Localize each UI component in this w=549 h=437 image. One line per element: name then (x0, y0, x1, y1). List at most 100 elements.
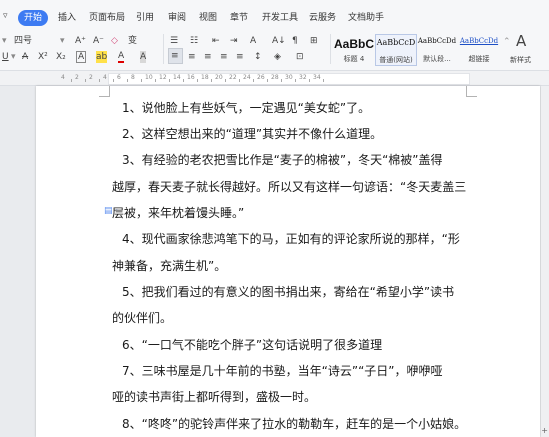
style-default-paragraph[interactable]: AaBbCcDd 默认段... (417, 34, 457, 64)
doc-paragraph-3[interactable]: 3、有经验的老农把雪比作是“麦子的棉被”，冬天“棉被”盖得 (122, 147, 482, 173)
doc-paragraph-6[interactable]: 6、“一口气不能吃个胖子”这句话说明了很多道理 (122, 332, 482, 358)
ruler-tick-label: 28 (271, 74, 279, 81)
ruler-tick-mark (211, 79, 212, 82)
ruler-tick-mark (127, 79, 128, 82)
insert-table-icon[interactable]: ⊞ (310, 35, 318, 47)
toolbar-separator (163, 34, 164, 64)
bullets-button[interactable]: ☰ (170, 35, 178, 47)
shrink-font-button[interactable]: A⁻ (93, 35, 104, 47)
tab-review[interactable]: 审阅 (168, 11, 186, 25)
style-sample: AaBbC (334, 37, 375, 51)
ruler-tick-mark (99, 79, 100, 82)
ruler-tick-label: 20 (215, 74, 223, 81)
tab-references[interactable]: 引用 (136, 11, 154, 25)
ruler-tick-mark (169, 79, 170, 82)
horizontal-ruler[interactable]: 4 2 2 4 6 8 10 12 14 16 18 20 22 24 26 28 30 32 34 (0, 71, 549, 86)
ruler-tick-label: 4 (103, 74, 107, 81)
tab-insert[interactable]: 插入 (58, 11, 76, 25)
font-color-button[interactable]: A (118, 51, 125, 63)
tab-developer[interactable]: 开发工具 (262, 11, 298, 25)
doc-paragraph-3-line-2[interactable]: 越厚，春天麦子就长得越好。所以又有这样一句谚语：“冬天麦盖三 (112, 174, 472, 200)
quick-menu-arrow-icon[interactable]: ▿ (3, 11, 8, 21)
ruler-tick-mark (113, 79, 114, 82)
doc-paragraph-1[interactable]: 1、说他脸上有些妖气，一定遇见“美女蛇”了。 (122, 95, 482, 121)
strikethrough-button[interactable]: A (22, 51, 28, 63)
line-spacing-button[interactable]: ↕ (254, 51, 262, 63)
tab-cloud-service[interactable]: 云服务 (309, 11, 336, 25)
ruler-tick-mark (71, 79, 72, 82)
tab-view[interactable]: 视图 (199, 11, 217, 25)
home-toolbar: ▾ 四号 ▾ A⁺ A⁻ ◇ 变 U ▾ A X² X₂ A ab A A ☰ … (0, 30, 549, 71)
ruler-tick-label: 14 (173, 74, 181, 81)
char-shading-button[interactable]: A (140, 51, 147, 63)
distribute-button[interactable]: ≡ (236, 51, 244, 63)
increase-indent-button[interactable]: ⇥ (230, 35, 238, 47)
style-name: 普通(网站) (379, 56, 413, 64)
ruler-tick-label: 30 (285, 74, 293, 81)
align-left-button[interactable]: ≡ (168, 48, 183, 64)
grow-font-button[interactable]: A⁺ (75, 35, 86, 47)
align-center-button[interactable]: ≡ (188, 51, 196, 63)
doc-paragraph-3-line-3[interactable]: 层被，来年枕着馒头睡。” (112, 200, 472, 226)
ruler-tick-label: 6 (117, 74, 121, 81)
borders-button[interactable]: ⊡ (296, 51, 304, 63)
tab-doc-assistant[interactable]: 文档助手 (348, 11, 384, 25)
numbering-button[interactable]: ☷ (190, 35, 198, 47)
style-sample: AaBbCcD (376, 38, 416, 47)
new-style-label[interactable]: 新样式 (510, 54, 531, 66)
ruler-tick-mark (85, 79, 86, 82)
doc-paragraph-2[interactable]: 2、这样空想出来的“道理”其实并不像什么道理。 (122, 121, 482, 147)
doc-paragraph-5-line-2[interactable]: 的伙伴们。 (112, 305, 472, 331)
underline-arrow-icon[interactable]: ▾ (11, 51, 16, 63)
phonetic-guide-button[interactable]: 变 (128, 35, 137, 47)
style-normal-web[interactable]: AaBbCcD 普通(网站) (375, 34, 417, 66)
ruler-tick-label: 2 (89, 74, 93, 81)
clear-format-icon[interactable]: ◇ (111, 35, 118, 47)
tab-sections[interactable]: 章节 (230, 11, 248, 25)
doc-paragraph-7-line-2[interactable]: 哑的读书声街上都听得到，盛极一时。 (112, 384, 472, 410)
doc-paragraph-4[interactable]: 4、现代画家徐悲鸿笔下的马，正如有的评论家所说的那样，“形 (122, 226, 482, 252)
doc-paragraph-5[interactable]: 5、把我们看过的有意义的图书捐出来，寄给在“希望小学”读书 (122, 279, 482, 305)
ruler-tick-mark (225, 79, 226, 82)
align-right-button[interactable]: ≡ (204, 51, 212, 63)
align-left-icon: ≡ (171, 51, 179, 61)
ruler-tick-label: 34 (313, 74, 321, 81)
highlight-button[interactable]: ab (96, 51, 108, 63)
ruler-tick-label: 2 (75, 74, 79, 81)
show-marks-button[interactable]: ¶ (292, 35, 298, 47)
style-sample: AaBbCcDd (417, 37, 457, 45)
document-page[interactable]: ▤ · 1、说他脸上有些妖气，一定遇见“美女蛇”了。 2、这样空想出来的“道理”… (36, 86, 540, 437)
doc-paragraph-4-line-2[interactable]: 神兼备，充满生机”。 (112, 253, 472, 279)
ruler-tick-mark (197, 79, 198, 82)
doc-paragraph-7[interactable]: 7、三味书屋是几十年前的书塾，当年“诗云”“子日”，咿咿哑 (122, 358, 482, 384)
document-canvas: ▤ · 1、说他脸上有些妖气，一定遇见“美女蛇”了。 2、这样空想出来的“道理”… (0, 86, 549, 437)
sort-button[interactable]: A↓ (272, 35, 286, 47)
superscript-button[interactable]: X² (38, 51, 48, 63)
font-size-dropdown-arrow-icon[interactable]: ▾ (60, 35, 65, 47)
style-hyperlink[interactable]: AaBbCcDd 超链接 (459, 34, 499, 64)
decrease-indent-button[interactable]: ⇤ (212, 35, 220, 47)
underline-button[interactable]: U (2, 51, 9, 63)
ruler-tick-mark (239, 79, 240, 82)
ruler-tick-mark (309, 79, 310, 82)
ruler-tick-mark (295, 79, 296, 82)
char-border-button[interactable]: A (76, 51, 87, 63)
ruler-tick-label: 24 (243, 74, 251, 81)
align-justify-button[interactable]: ≡ (220, 51, 228, 63)
font-name-dropdown-arrow-icon[interactable]: ▾ (2, 35, 7, 47)
doc-paragraph-8[interactable]: 8、“咚咚”的驼铃声伴来了拉水的勒勒车，赶车的是一个小姑娘。 (122, 411, 482, 437)
ruler-tick-label: 32 (299, 74, 307, 81)
style-heading4[interactable]: AaBbC 标题 4 (334, 34, 374, 64)
style-gallery-scroll-icon[interactable]: ⌃ (503, 36, 511, 48)
subscript-button[interactable]: X₂ (56, 51, 66, 63)
shading-button[interactable]: ◈ (274, 51, 281, 63)
ruler-tick-label: 12 (159, 74, 167, 81)
vertical-scrollbar[interactable] (541, 86, 549, 437)
tab-page-layout[interactable]: 页面布局 (89, 11, 125, 25)
new-style-icon[interactable]: A (516, 33, 526, 49)
tab-start[interactable]: 开始 (18, 10, 49, 26)
font-size-select[interactable]: 四号 (14, 35, 60, 47)
style-name: 标题 4 (343, 55, 365, 63)
text-direction-button[interactable]: A (250, 35, 256, 47)
ruler-tick-mark (323, 79, 324, 82)
